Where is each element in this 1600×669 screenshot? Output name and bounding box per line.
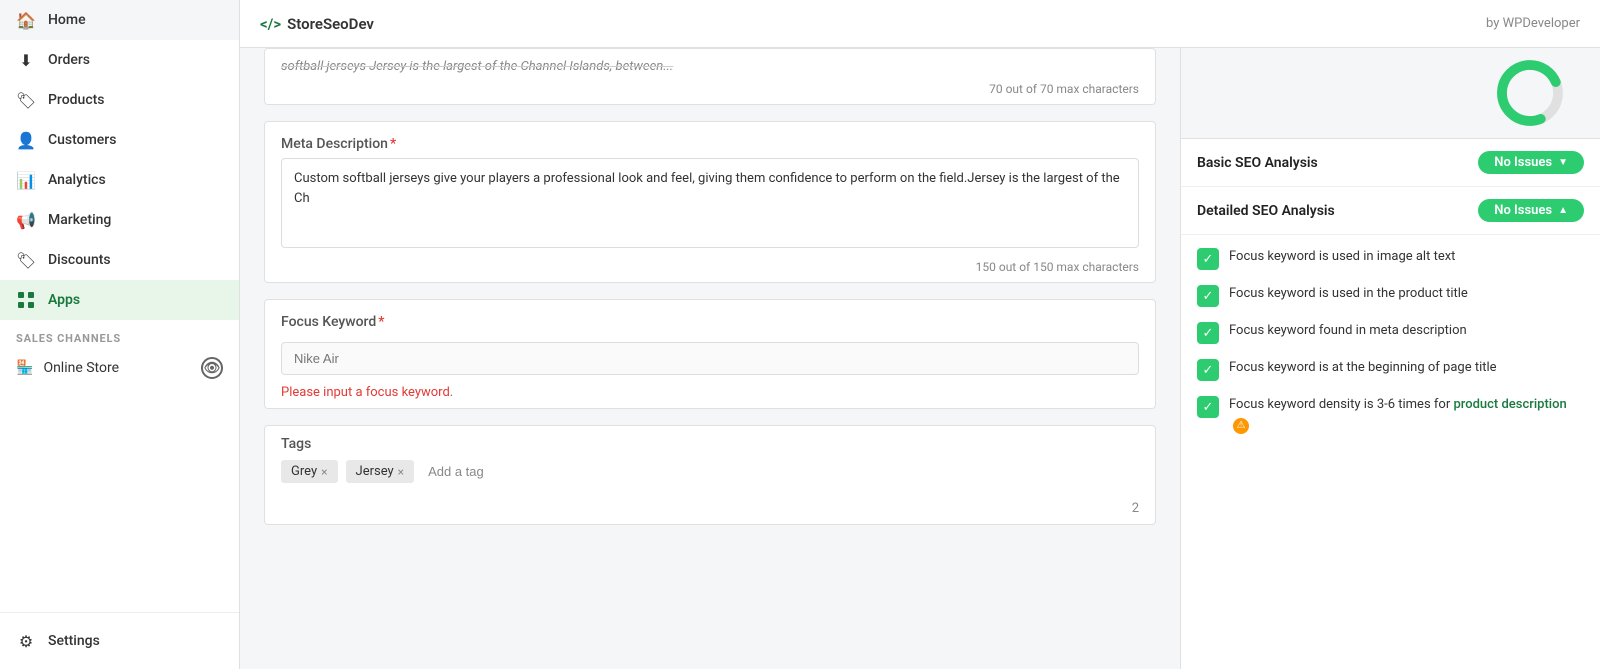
home-icon: 🏠	[16, 10, 36, 30]
seo-panel: Basic SEO Analysis No Issues ▼ Detailed …	[1180, 48, 1600, 669]
focus-keyword-label: Focus Keyword	[265, 300, 1155, 336]
discounts-icon: 🏷	[16, 250, 36, 270]
check-meta-desc-icon: ✓	[1197, 322, 1219, 344]
sidebar-nav-apps[interactable]: Apps	[0, 280, 239, 320]
products-icon: 🏷	[16, 90, 36, 110]
marketing-icon: 📢	[16, 210, 36, 230]
detailed-seo-badge[interactable]: No Issues ▲	[1478, 199, 1584, 222]
meta-desc-value[interactable]: Custom softball jerseys give your player…	[281, 158, 1139, 248]
tag-grey-label: Grey	[291, 464, 317, 479]
orders-icon: ⬇	[16, 50, 36, 70]
seo-checklist: ✓ Focus keyword is used in image alt tex…	[1181, 235, 1600, 460]
check-product-title: ✓ Focus keyword is used in the product t…	[1197, 284, 1584, 307]
sidebar-nav-products[interactable]: 🏷 Products	[0, 80, 239, 120]
marketing-label: Marketing	[48, 212, 111, 228]
main-area: </> StoreSeoDev by WPDeveloper softball …	[240, 0, 1600, 669]
settings-label: Settings	[48, 633, 100, 649]
check-alt-text: ✓ Focus keyword is used in image alt tex…	[1197, 247, 1584, 270]
sidebar-nav-orders[interactable]: ⬇ Orders	[0, 40, 239, 80]
check-page-title: ✓ Focus keyword is at the beginning of p…	[1197, 358, 1584, 381]
tag-jersey-remove[interactable]: ×	[398, 465, 404, 479]
online-store-visibility-icon[interactable]: 👁	[201, 357, 223, 379]
focus-keyword-input[interactable]	[281, 342, 1139, 375]
check-density-icon: ✓	[1197, 396, 1219, 418]
basic-seo-section: Basic SEO Analysis No Issues ▼	[1181, 139, 1600, 187]
title-truncated-text: softball jerseys Jersey is the largest o…	[265, 49, 1155, 78]
meta-desc-label: Meta Description	[265, 122, 1155, 158]
title-section: softball jerseys Jersey is the largest o…	[264, 48, 1156, 105]
check-meta-desc-label: Focus keyword found in meta description	[1229, 321, 1467, 341]
tag-jersey[interactable]: Jersey ×	[346, 460, 415, 483]
sidebar-online-store[interactable]: 🏪 Online Store 👁	[0, 349, 239, 387]
focus-keyword-section: Focus Keyword Please input a focus keywo…	[264, 299, 1156, 409]
brand-code-icon: </>	[260, 15, 281, 33]
sidebar-nav-settings[interactable]: ⚙ Settings	[0, 621, 239, 661]
detailed-seo-label: Detailed SEO Analysis	[1197, 203, 1335, 219]
check-density: ✓ Focus keyword density is 3-6 times for…	[1197, 395, 1584, 434]
online-store-label: Online Store	[43, 360, 119, 376]
home-label: Home	[48, 12, 86, 28]
sidebar-nav-marketing[interactable]: 📢 Marketing	[0, 200, 239, 240]
orders-label: Orders	[48, 52, 90, 68]
basic-seo-status: No Issues	[1494, 155, 1552, 170]
meta-desc-section: Meta Description Custom softball jerseys…	[264, 121, 1156, 283]
by-developer: by WPDeveloper	[1486, 16, 1580, 31]
check-page-title-label: Focus keyword is at the beginning of pag…	[1229, 358, 1497, 378]
add-tag-button[interactable]: Add a tag	[422, 460, 490, 483]
check-product-title-icon: ✓	[1197, 285, 1219, 307]
check-alt-text-label: Focus keyword is used in image alt text	[1229, 247, 1455, 267]
check-meta-desc: ✓ Focus keyword found in meta descriptio…	[1197, 321, 1584, 344]
warning-icon: ⚠	[1233, 418, 1249, 434]
basic-seo-badge[interactable]: No Issues ▼	[1478, 151, 1584, 174]
settings-icon: ⚙	[16, 631, 36, 651]
sidebar: 🏠 Home ⬇ Orders 🏷 Products 👤 Customers 📊…	[0, 0, 240, 669]
sidebar-nav-discounts[interactable]: 🏷 Discounts	[0, 240, 239, 280]
check-product-title-label: Focus keyword is used in the product tit…	[1229, 284, 1468, 304]
tags-row: Grey × Jersey × Add a tag	[281, 460, 1139, 493]
sidebar-nav-home[interactable]: 🏠 Home	[0, 0, 239, 40]
analytics-label: Analytics	[48, 172, 106, 188]
online-store-icon: 🏪	[16, 360, 33, 376]
tags-label: Tags	[281, 436, 1139, 452]
check-density-highlight: product description	[1453, 397, 1566, 412]
products-label: Products	[48, 92, 105, 108]
apps-label: Apps	[48, 292, 80, 308]
check-density-label: Focus keyword density is 3-6 times for p…	[1229, 395, 1584, 434]
top-bar: </> StoreSeoDev by WPDeveloper	[240, 0, 1600, 48]
page-number: 2	[265, 493, 1155, 524]
discounts-label: Discounts	[48, 252, 111, 268]
focus-keyword-error: Please input a focus keyword.	[265, 381, 1155, 408]
sidebar-nav-customers[interactable]: 👤 Customers	[0, 120, 239, 160]
content-area: softball jerseys Jersey is the largest o…	[240, 48, 1600, 669]
detailed-seo-section: Detailed SEO Analysis No Issues ▲	[1181, 187, 1600, 235]
main-content: softball jerseys Jersey is the largest o…	[240, 48, 1180, 669]
customers-icon: 👤	[16, 130, 36, 150]
meta-char-count: 150 out of 150 max characters	[265, 256, 1155, 282]
check-alt-text-icon: ✓	[1197, 248, 1219, 270]
detailed-seo-status: No Issues	[1494, 203, 1552, 218]
seo-score-area	[1181, 48, 1600, 139]
tag-grey-remove[interactable]: ×	[321, 465, 327, 479]
tags-section: Tags Grey × Jersey × Add a tag	[264, 425, 1156, 525]
analytics-icon: 📊	[16, 170, 36, 190]
check-page-title-icon: ✓	[1197, 359, 1219, 381]
sidebar-nav-analytics[interactable]: 📊 Analytics	[0, 160, 239, 200]
brand: </> StoreSeoDev	[260, 15, 374, 33]
customers-label: Customers	[48, 132, 116, 148]
basic-seo-label: Basic SEO Analysis	[1197, 155, 1318, 171]
basic-seo-arrow: ▼	[1558, 157, 1568, 168]
tag-grey[interactable]: Grey ×	[281, 460, 338, 483]
brand-name: StoreSeoDev	[287, 15, 374, 33]
apps-icon	[16, 290, 36, 310]
tag-jersey-label: Jersey	[356, 464, 394, 479]
title-char-count: 70 out of 70 max characters	[265, 78, 1155, 104]
sales-channels-label: SALES CHANNELS	[0, 320, 239, 349]
seo-donut-chart	[1480, 58, 1580, 128]
detailed-seo-arrow: ▲	[1558, 205, 1568, 216]
